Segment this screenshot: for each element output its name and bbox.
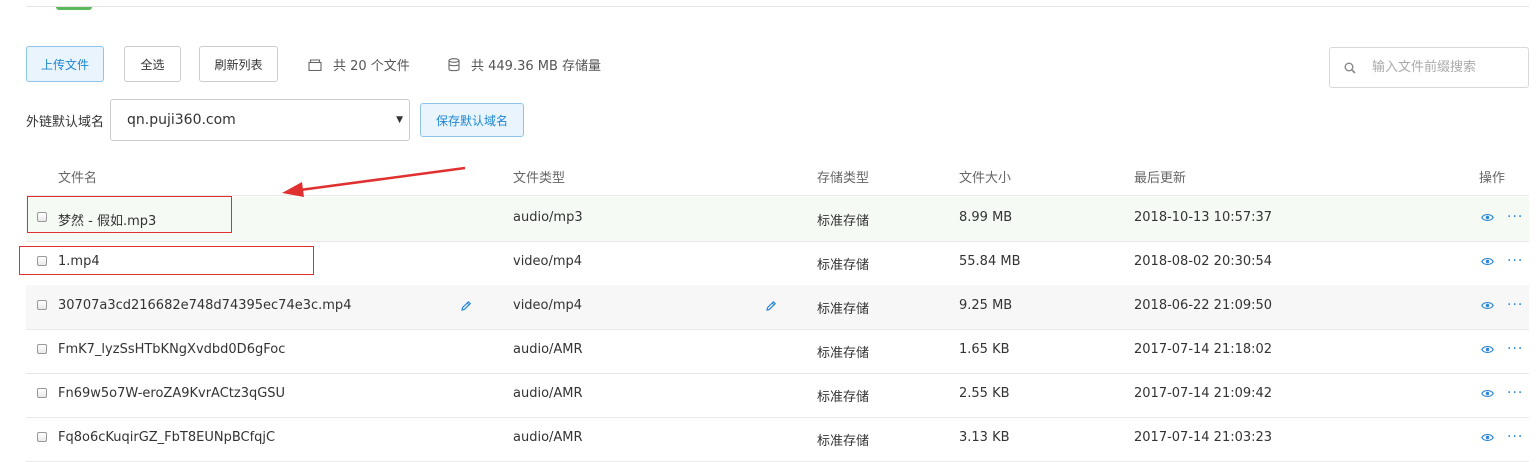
storage-type: 标准存储 (817, 346, 870, 361)
storage-text: 共 449.36 MB 存储量 (471, 59, 602, 74)
row-checkbox[interactable] (37, 300, 47, 310)
folder-icon (308, 58, 322, 71)
active-tab-indicator (56, 7, 92, 10)
file-type: audio/AMR (513, 430, 583, 445)
file-name[interactable]: FmK7_lyzSsHTbKNgXvdbd0D6gFoc (58, 342, 285, 357)
table-row[interactable]: Fn69w5o7W-eroZA9KvrACtz3qGSU audio/AMR 标准存… (26, 373, 1529, 418)
file-type: audio/AMR (513, 342, 583, 357)
last-updated: 2018-10-13 10:57:37 (1134, 210, 1273, 225)
caret-down-icon: ▼ (396, 115, 403, 125)
more-actions-button[interactable]: ··· (1507, 297, 1523, 313)
storage-type: 标准存储 (817, 214, 870, 229)
table-row[interactable]: 30707a3cd216682e748d74395ec74e3c.mp4 vide… (26, 285, 1529, 330)
storage-type: 标准存储 (817, 434, 870, 449)
file-size: 9.25 MB (959, 298, 1013, 313)
file-type: video/mp4 (513, 298, 583, 313)
more-actions-button[interactable]: ··· (1507, 341, 1523, 357)
file-count: 共 20 个文件 (308, 55, 410, 74)
save-default-domain-button[interactable]: 保存默认域名 (420, 103, 524, 137)
last-updated: 2017-07-14 21:03:23 (1134, 430, 1273, 445)
toolbar: 上传文件 全选 刷新列表 共 20 个文件 共 449.36 MB 存储量 (26, 46, 601, 82)
col-last-updated: 最后更新 (1134, 171, 1187, 186)
default-domain-label: 外链默认域名 (26, 115, 105, 130)
last-updated: 2018-08-02 20:30:54 (1134, 254, 1273, 269)
preview-eye-icon[interactable] (1481, 257, 1494, 266)
file-size: 8.99 MB (959, 210, 1013, 225)
preview-eye-icon[interactable] (1481, 213, 1494, 222)
file-type: audio/AMR (513, 386, 583, 401)
table-row[interactable]: FmK7_lyzSsHTbKNgXvdbd0D6gFoc audio/AMR 标准存… (26, 329, 1529, 374)
refresh-list-button[interactable]: 刷新列表 (199, 46, 278, 82)
preview-eye-icon[interactable] (1481, 301, 1494, 310)
col-file-name: 文件名 (58, 171, 98, 186)
storage-type: 标准存储 (817, 302, 870, 317)
edit-name-pencil-icon[interactable] (460, 300, 472, 312)
last-updated: 2018-06-22 21:09:50 (1134, 298, 1273, 313)
more-actions-button[interactable]: ··· (1507, 385, 1523, 401)
last-updated: 2017-07-14 21:18:02 (1134, 342, 1273, 357)
more-actions-button[interactable]: ··· (1507, 429, 1523, 445)
col-file-size: 文件大小 (959, 171, 1012, 186)
table-row[interactable]: Fq8o6cKuqirGZ_FbT8EUNpBCfqjC audio/AMR 标准存… (26, 417, 1529, 462)
annotation-box (27, 196, 232, 233)
domain-select[interactable]: qn.puji360.com ▼ (110, 99, 410, 141)
top-divider (26, 6, 1529, 10)
col-file-type: 文件类型 (513, 171, 566, 186)
table-row[interactable]: 梦然 - 假如.mp3 audio/mp3 标准存储 8.99 MB 2018-10-1… (26, 197, 1529, 242)
file-size: 2.55 KB (959, 386, 1010, 401)
select-all-button[interactable]: 全选 (124, 46, 181, 82)
storage-type: 标准存储 (817, 390, 870, 405)
file-name[interactable]: Fn69w5o7W-eroZA9KvrACtz3qGSU (58, 386, 285, 401)
annotation-box (19, 246, 314, 275)
file-size: 1.65 KB (959, 342, 1010, 357)
file-name[interactable]: 30707a3cd216682e748d74395ec74e3c.mp4 (58, 298, 351, 313)
file-type: video/mp4 (513, 254, 583, 269)
preview-eye-icon[interactable] (1481, 345, 1494, 354)
domain-select-value: qn.puji360.com (127, 112, 236, 128)
preview-eye-icon[interactable] (1481, 433, 1494, 442)
search-icon (1344, 62, 1356, 74)
last-updated: 2017-07-14 21:09:42 (1134, 386, 1273, 401)
file-count-text: 共 20 个文件 (333, 59, 410, 74)
file-name[interactable]: Fq8o6cKuqirGZ_FbT8EUNpBCfqjC (58, 430, 275, 445)
more-actions-button[interactable]: ··· (1507, 209, 1523, 225)
file-size: 55.84 MB (959, 254, 1021, 269)
row-checkbox[interactable] (37, 344, 47, 354)
col-storage-type: 存储类型 (817, 171, 870, 186)
file-size: 3.13 KB (959, 430, 1010, 445)
table-header: 文件名 文件类型 存储类型 文件大小 最后更新 操作 (26, 155, 1529, 196)
upload-button[interactable]: 上传文件 (26, 46, 104, 82)
search-box[interactable] (1329, 47, 1529, 88)
storage-usage: 共 449.36 MB 存储量 (448, 55, 601, 74)
storage-type: 标准存储 (817, 258, 870, 273)
col-actions: 操作 (1479, 171, 1506, 186)
database-icon (448, 57, 460, 72)
preview-eye-icon[interactable] (1481, 389, 1494, 398)
edit-type-pencil-icon[interactable] (765, 300, 777, 312)
row-checkbox[interactable] (37, 388, 47, 398)
file-type: audio/mp3 (513, 210, 583, 225)
row-checkbox[interactable] (37, 432, 47, 442)
more-actions-button[interactable]: ··· (1507, 253, 1523, 269)
search-input[interactable] (1370, 59, 1524, 76)
